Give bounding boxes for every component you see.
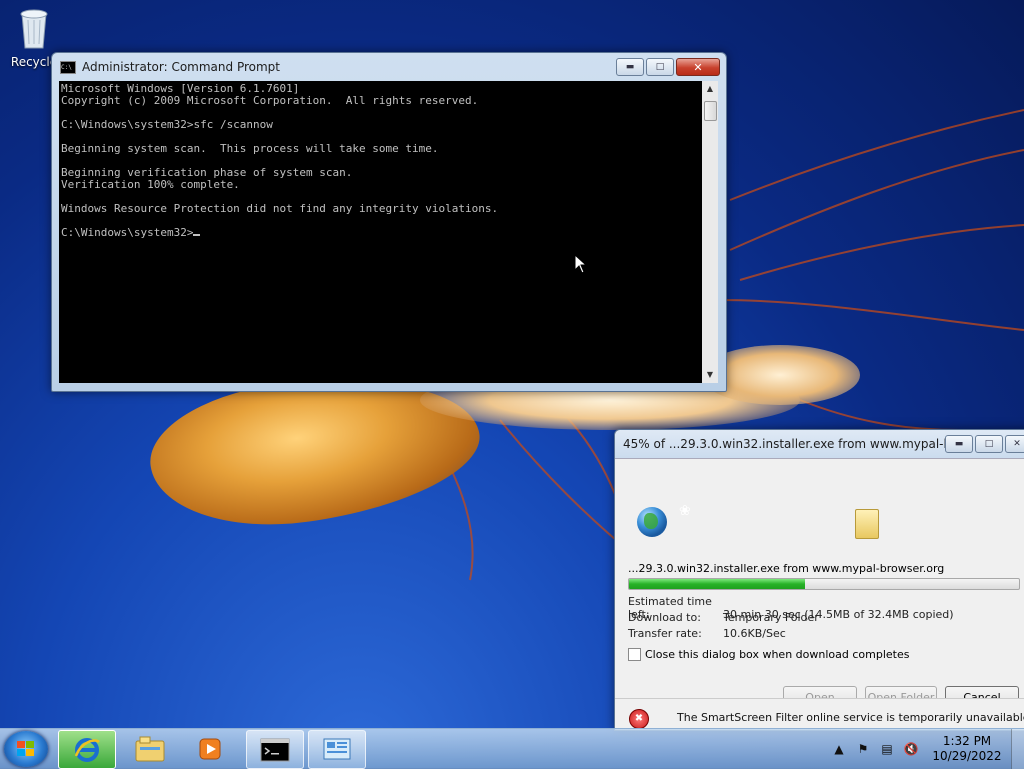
download-close-button[interactable]: ✕ [1005,435,1024,453]
download-to-value: Temporary Folder [723,611,819,624]
transfer-rate-value: 10.6KB/Sec [723,627,786,640]
download-minimize-button[interactable]: ▬ [945,435,973,453]
flying-document-icon: ❀ [679,503,691,519]
scroll-up-arrow-icon[interactable]: ▲ [702,81,718,97]
taskbar-clock[interactable]: 1:32 PM 10/29/2022 [927,734,1007,764]
console-output[interactable]: Microsoft Windows [Version 6.1.7601] Cop… [59,81,702,383]
console-line: Beginning system scan. This process will… [61,142,439,155]
media-player-icon [199,738,221,759]
taskbar-download-dialog[interactable] [308,730,366,769]
smartscreen-message: The SmartScreen Filter online service is… [677,711,1024,724]
command-prompt-window[interactable]: C:\ Administrator: Command Prompt ▬ □ ✕ … [51,52,727,392]
close-when-done-label: Close this dialog box when download comp… [645,648,910,661]
cmd-window-title: Administrator: Command Prompt [82,60,280,74]
cmd-vertical-scrollbar[interactable]: ▲ ▼ [702,81,718,383]
control-panel-icon [323,738,351,759]
volume-muted-icon[interactable]: 🔇 [903,741,919,757]
globe-icon [637,507,667,537]
cmd-window-icon: C:\ [60,60,76,74]
recycle-bin-icon [20,9,48,49]
download-dialog[interactable]: 45% of ...29.3.0.win32.installer.exe fro… [614,429,1024,731]
system-tray: ▲ ⚑ ▤ 🔇 1:32 PM 10/29/2022 [827,729,1024,769]
console-line: C:\Windows\system32> [61,226,194,239]
taskbar-file-explorer[interactable] [122,730,178,767]
folder-icon [855,509,879,539]
scroll-down-arrow-icon[interactable]: ▼ [702,367,718,383]
taskbar-command-prompt[interactable] [246,730,304,769]
close-when-done-checkbox[interactable] [628,648,641,661]
download-to-label: Download to: [628,611,701,624]
taskbar-media-player[interactable] [182,730,238,767]
transfer-rate-label: Transfer rate: [628,627,702,640]
download-title-bar[interactable]: 45% of ...29.3.0.win32.installer.exe fro… [615,430,1024,459]
console-text: Microsoft Windows [Version 6.1.7601] Cop… [59,81,702,241]
cmd-maximize-button[interactable]: □ [646,58,674,76]
show-hidden-icons-arrow-icon[interactable]: ▲ [831,741,847,757]
text-cursor [193,234,201,236]
close-when-done-row[interactable]: Close this dialog box when download comp… [628,648,909,661]
console-line: Copyright (c) 2009 Microsoft Corporation… [61,94,479,107]
clock-time: 1:32 PM [942,734,992,748]
download-progress-bar [628,578,1020,590]
start-button[interactable] [4,731,48,767]
console-line: Windows Resource Protection did not find… [61,202,499,215]
network-icon[interactable]: ▤ [879,741,895,757]
clock-date: 10/29/2022 [932,749,1002,763]
progress-fill [629,579,805,589]
mouse-pointer-icon [574,254,588,274]
show-desktop-button[interactable] [1011,729,1024,769]
console-line: C:\Windows\system32>sfc /scannow [61,118,273,131]
download-maximize-button[interactable]: □ [975,435,1003,453]
download-to-row: Download to: Temporary Folder [628,611,819,624]
download-source: ...29.3.0.win32.installer.exe from www.m… [628,562,945,575]
transfer-rate-row: Transfer rate: 10.6KB/Sec [628,627,786,640]
windows-logo-icon [17,741,34,756]
console-line: Verification 100% complete. [61,178,240,191]
smartscreen-warning-icon: ✖ [629,709,649,729]
taskbar-internet-explorer[interactable] [58,730,116,769]
command-prompt-icon [260,738,290,761]
taskbar: ▲ ⚑ ▤ 🔇 1:32 PM 10/29/2022 [0,728,1024,769]
cmd-minimize-button[interactable]: ▬ [616,58,644,76]
cmd-close-button[interactable]: ✕ [676,58,720,76]
internet-explorer-icon [74,737,100,762]
download-window-title: 45% of ...29.3.0.win32.installer.exe fro… [623,437,945,451]
scrollbar-thumb[interactable] [704,101,717,121]
action-center-flag-icon[interactable]: ⚑ [855,741,871,757]
smartscreen-notice: ✖ The SmartScreen Filter online service … [615,698,1024,729]
folder-library-icon [135,736,165,761]
cmd-title-bar[interactable]: C:\ Administrator: Command Prompt ▬ □ ✕ [52,53,726,81]
